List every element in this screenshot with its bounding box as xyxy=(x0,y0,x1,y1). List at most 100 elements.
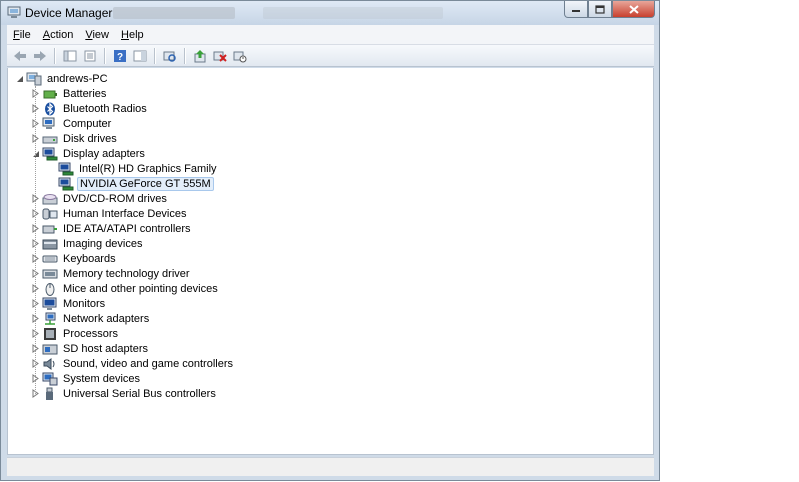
tree-item-label[interactable]: Keyboards xyxy=(61,252,118,266)
sound-icon xyxy=(42,357,58,371)
tree-item-category[interactable]: Keyboards xyxy=(31,251,118,266)
menu-view[interactable]: View xyxy=(79,29,115,41)
update-driver-icon[interactable] xyxy=(191,47,209,65)
tree-item-label[interactable]: NVIDIA GeForce GT 555M xyxy=(77,176,214,191)
tree-item-label[interactable]: andrews-PC xyxy=(45,72,110,86)
tree-item-label[interactable]: Intel(R) HD Graphics Family xyxy=(77,162,219,176)
tree-item-label[interactable]: Disk drives xyxy=(61,132,119,146)
close-button[interactable] xyxy=(612,1,655,18)
tree-item-category[interactable]: Computer xyxy=(31,116,113,131)
tree-item-category[interactable]: Processors xyxy=(31,326,120,341)
tree-item-category[interactable]: Batteries xyxy=(31,86,108,101)
usb-icon xyxy=(42,387,58,401)
device-manager-window: Device Manager File Action View Help ? a… xyxy=(0,0,660,481)
computer-icon xyxy=(26,72,42,86)
tree-item-category[interactable]: IDE ATA/ATAPI controllers xyxy=(31,221,193,236)
show-hide-console-tree-icon[interactable] xyxy=(61,47,79,65)
tree-item-category[interactable]: Monitors xyxy=(31,296,107,311)
mouse-icon xyxy=(42,282,58,296)
tree-item-label[interactable]: IDE ATA/ATAPI controllers xyxy=(61,222,193,236)
toolbar-separator xyxy=(184,47,186,64)
blurred-region xyxy=(263,7,443,19)
processor-icon xyxy=(42,327,58,341)
tree-item-label[interactable]: Computer xyxy=(61,117,113,131)
device-tree-pane[interactable]: andrews-PC Batteries Bluetooth Radios Compu… xyxy=(7,68,654,455)
help-icon[interactable]: ? xyxy=(111,47,129,65)
system-device-icon xyxy=(42,372,58,386)
dvd-drive-icon xyxy=(42,192,58,206)
toolbar: ? xyxy=(7,45,654,67)
menu-action[interactable]: Action xyxy=(37,29,80,41)
tree-item-category[interactable]: Universal Serial Bus controllers xyxy=(31,386,218,401)
tree-item-label[interactable]: Sound, video and game controllers xyxy=(61,357,235,371)
bluetooth-icon xyxy=(42,102,58,116)
tree-item-label[interactable]: Display adapters xyxy=(61,147,147,161)
monitor-icon xyxy=(42,297,58,311)
tree-item-category[interactable]: SD host adapters xyxy=(31,341,150,356)
action-pane-icon[interactable] xyxy=(131,47,149,65)
tree-item-label[interactable]: Memory technology driver xyxy=(61,267,192,281)
tree-item-category[interactable]: Network adapters xyxy=(31,311,151,326)
back-icon[interactable] xyxy=(11,47,29,65)
tree-item-category[interactable]: Memory technology driver xyxy=(31,266,192,281)
tree-item-category[interactable]: Imaging devices xyxy=(31,236,145,251)
tree-item-label[interactable]: Imaging devices xyxy=(61,237,145,251)
display-adapter-icon xyxy=(58,162,74,176)
forward-icon[interactable] xyxy=(31,47,49,65)
tree-item-category[interactable]: Bluetooth Radios xyxy=(31,101,149,116)
tree-item-label[interactable]: Human Interface Devices xyxy=(61,207,189,221)
tree-item-category[interactable]: Mice and other pointing devices xyxy=(31,281,220,296)
ide-controller-icon xyxy=(42,222,58,236)
toolbar-separator xyxy=(54,47,56,64)
title-bar[interactable]: Device Manager xyxy=(1,1,659,25)
network-adapter-icon xyxy=(42,312,58,326)
tree-item-label[interactable]: Mice and other pointing devices xyxy=(61,282,220,296)
hid-icon xyxy=(42,207,58,221)
disk-drive-icon xyxy=(42,132,58,146)
properties-pane-icon[interactable] xyxy=(81,47,99,65)
status-bar xyxy=(7,457,654,476)
tree-item-label[interactable]: Processors xyxy=(61,327,120,341)
uninstall-icon[interactable] xyxy=(211,47,229,65)
sd-host-icon xyxy=(42,342,58,356)
toolbar-separator xyxy=(104,47,106,64)
tree-connector-line xyxy=(35,86,36,394)
menu-file[interactable]: File xyxy=(7,29,37,41)
tree-item-label[interactable]: System devices xyxy=(61,372,142,386)
tree-item-label[interactable]: DVD/CD-ROM drives xyxy=(61,192,169,206)
toolbar-separator xyxy=(154,47,156,64)
tree-item-category[interactable]: DVD/CD-ROM drives xyxy=(31,191,169,206)
restore-icon xyxy=(595,4,605,14)
tree-item-device[interactable]: NVIDIA GeForce GT 555M xyxy=(47,176,214,191)
minimize-button[interactable] xyxy=(564,1,588,18)
tree-item-category[interactable]: Disk drives xyxy=(31,131,119,146)
tree-root-computer[interactable]: andrews-PC xyxy=(15,71,110,86)
tree-item-label[interactable]: Universal Serial Bus controllers xyxy=(61,387,218,401)
tree-item-device[interactable]: Intel(R) HD Graphics Family xyxy=(47,161,219,176)
tree-item-category[interactable]: Display adapters xyxy=(31,146,147,161)
tree-item-label[interactable]: Bluetooth Radios xyxy=(61,102,149,116)
disable-device-icon[interactable] xyxy=(231,47,249,65)
tree-item-label[interactable]: Batteries xyxy=(61,87,108,101)
expanded-arrow-icon[interactable] xyxy=(15,74,24,83)
menu-help[interactable]: Help xyxy=(115,29,150,41)
device-manager-icon xyxy=(7,6,21,19)
minimize-icon xyxy=(572,10,580,12)
battery-icon xyxy=(42,87,58,101)
tree-item-category[interactable]: System devices xyxy=(31,371,142,386)
tree-item-label[interactable]: Monitors xyxy=(61,297,107,311)
menu-bar: File Action View Help xyxy=(7,25,654,45)
computer-icon xyxy=(42,117,58,131)
maximize-button[interactable] xyxy=(588,1,612,18)
tree-item-label[interactable]: Network adapters xyxy=(61,312,151,326)
memory-icon xyxy=(42,267,58,281)
blurred-region xyxy=(113,7,235,19)
scan-hardware-icon[interactable] xyxy=(161,47,179,65)
tree-item-label[interactable]: SD host adapters xyxy=(61,342,150,356)
window-title: Device Manager xyxy=(25,6,113,20)
tree-item-category[interactable]: Sound, video and game controllers xyxy=(31,356,235,371)
tree-item-category[interactable]: Human Interface Devices xyxy=(31,206,189,221)
display-adapter-icon xyxy=(58,177,74,191)
caption-buttons xyxy=(564,1,655,20)
